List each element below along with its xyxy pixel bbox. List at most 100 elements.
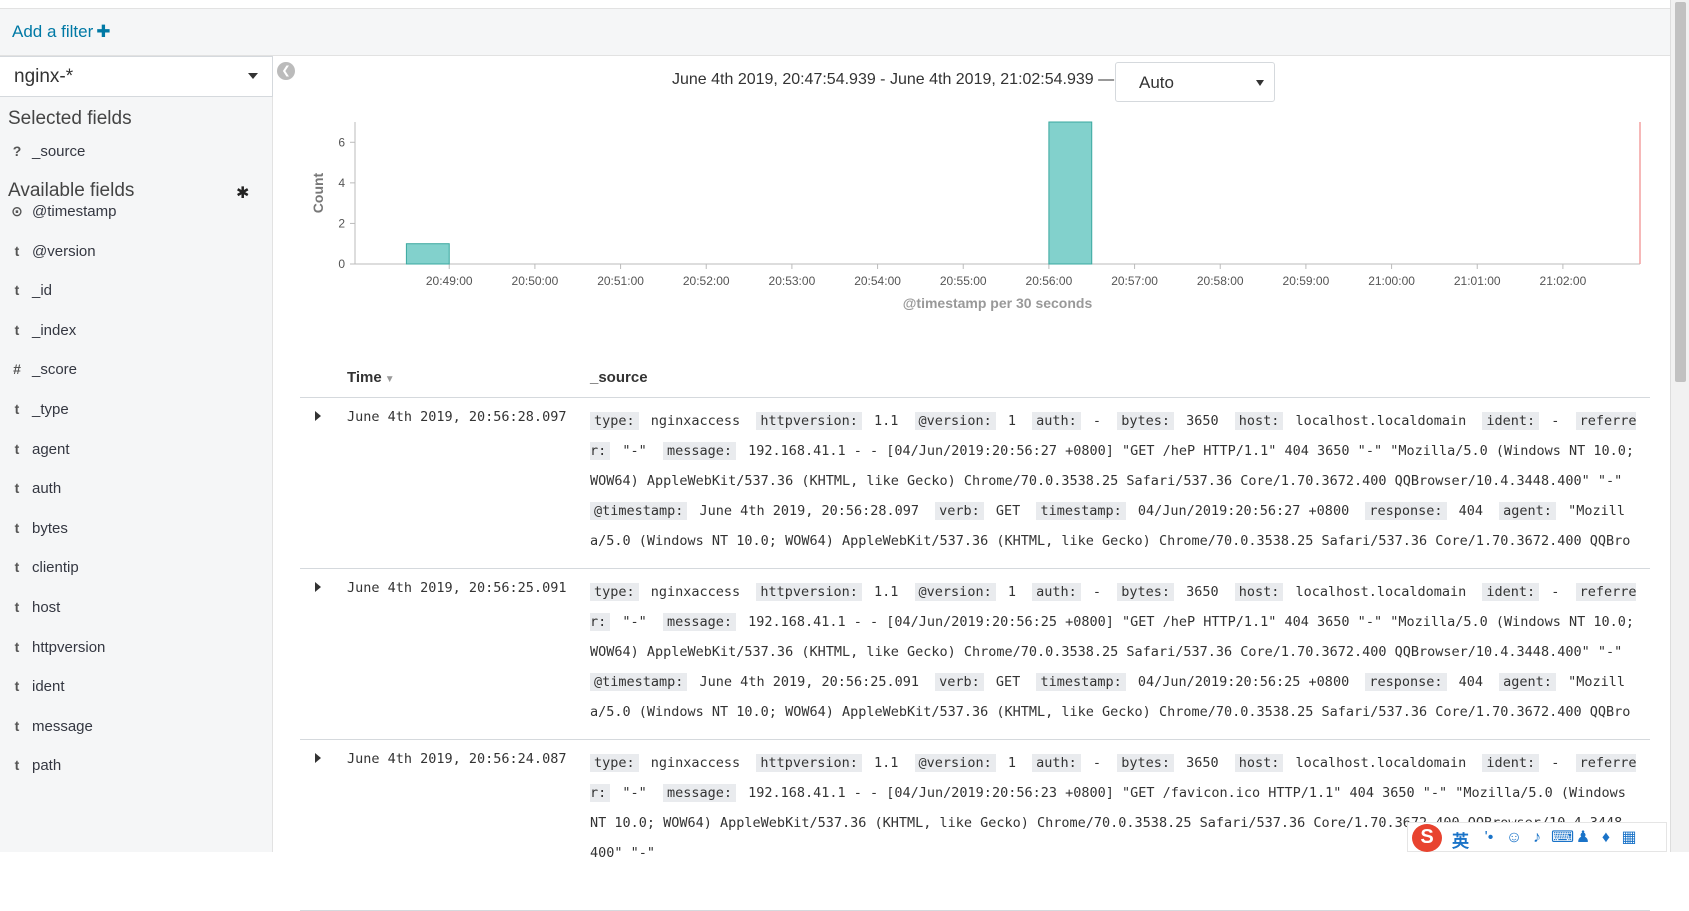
field-item[interactable]: t httpversion bbox=[0, 633, 273, 663]
add-filter-button[interactable]: Add a filter ✚ bbox=[12, 22, 111, 42]
field-value: nginxaccess bbox=[650, 584, 741, 600]
field-item[interactable]: t @version bbox=[0, 237, 273, 267]
interval-select[interactable]: Auto bbox=[1115, 62, 1275, 102]
field-value: 1 bbox=[1007, 584, 1016, 600]
field-name: _type bbox=[32, 401, 69, 418]
row-time: June 4th 2019, 20:56:28.097 bbox=[347, 409, 567, 425]
field-value: - bbox=[1092, 584, 1102, 600]
field-value: - bbox=[1551, 413, 1560, 429]
ime-language-toggle[interactable]: 英 bbox=[1452, 827, 1469, 852]
field-item[interactable]: t path bbox=[0, 751, 273, 781]
field-item[interactable]: t ident bbox=[0, 672, 273, 702]
expand-row-icon[interactable] bbox=[315, 753, 321, 763]
field-item[interactable]: t message bbox=[0, 712, 273, 742]
field-type-icon: ? bbox=[12, 143, 22, 159]
field-name: ident bbox=[32, 678, 65, 696]
plus-icon: ✚ bbox=[96, 22, 111, 41]
y-tick-label: 6 bbox=[338, 135, 345, 149]
field-item[interactable]: t clientip bbox=[0, 553, 273, 583]
field-item[interactable]: ⊙ @timestamp bbox=[0, 197, 273, 227]
field-key: ident: bbox=[1482, 754, 1540, 772]
field-key: bytes: bbox=[1117, 754, 1174, 772]
x-tick-label: 20:59:00 bbox=[1283, 274, 1330, 288]
x-tick-label: 20:56:00 bbox=[1026, 274, 1073, 288]
field-item[interactable]: ? _source bbox=[0, 137, 273, 167]
expand-row-icon[interactable] bbox=[315, 411, 321, 421]
row-time: June 4th 2019, 20:56:25.091 bbox=[347, 580, 567, 596]
histogram-chart[interactable]: 0 2 4 6 20:49:00 20:50:00 20:51:00 20:52:00 20:5… bbox=[300, 112, 1650, 338]
scrollbar-thumb[interactable] bbox=[1675, 2, 1686, 382]
field-value: "-" bbox=[622, 443, 647, 459]
field-type-icon: t bbox=[14, 480, 20, 497]
field-type-icon: t bbox=[14, 242, 20, 259]
table-row: June 4th 2019, 20:56:28.097 type: nginxac… bbox=[300, 398, 1650, 569]
field-key: bytes: bbox=[1117, 412, 1174, 430]
microphone-icon[interactable]: ♪ bbox=[1528, 829, 1546, 847]
field-value: 1.1 bbox=[874, 584, 899, 600]
grid-icon[interactable]: ▦ bbox=[1620, 829, 1638, 847]
page-scrollbar[interactable] bbox=[1670, 0, 1689, 852]
field-value: nginxaccess bbox=[650, 755, 741, 771]
field-type-icon: t bbox=[14, 757, 20, 774]
field-value: 1.1 bbox=[874, 755, 899, 771]
field-item[interactable]: t _index bbox=[0, 316, 273, 346]
sogou-logo-icon[interactable]: S bbox=[1412, 824, 1442, 852]
skin-icon[interactable]: ♦ bbox=[1597, 829, 1615, 847]
field-key: @version: bbox=[914, 412, 996, 430]
index-pattern-select[interactable]: nginx-* bbox=[0, 56, 273, 97]
field-item[interactable]: # _score bbox=[0, 355, 273, 385]
x-tick-label: 20:55:00 bbox=[940, 274, 987, 288]
field-key: response: bbox=[1365, 673, 1447, 691]
x-tick-label: 21:01:00 bbox=[1454, 274, 1501, 288]
row-source: type: nginxaccess httpversion: 1.1 @vers… bbox=[590, 577, 1638, 727]
field-value: 404 bbox=[1458, 503, 1484, 519]
y-tick-label: 4 bbox=[338, 176, 345, 190]
field-name: _source bbox=[32, 143, 86, 160]
collapse-sidebar-icon[interactable]: ❮ bbox=[277, 62, 295, 80]
field-key: message: bbox=[662, 442, 736, 460]
field-value: June 4th 2019, 20:56:28.097 bbox=[699, 503, 919, 519]
field-item[interactable]: t _id bbox=[0, 276, 273, 306]
field-value: localhost.localdomain bbox=[1295, 755, 1467, 771]
field-name: agent bbox=[32, 440, 70, 458]
field-item[interactable]: t _type bbox=[0, 395, 273, 425]
x-axis-label: @timestamp per 30 seconds bbox=[903, 295, 1093, 311]
interval-value: Auto bbox=[1139, 73, 1174, 92]
chart-bar[interactable] bbox=[405, 243, 450, 265]
punctuation-icon[interactable]: '• bbox=[1480, 829, 1498, 847]
field-type-icon: t bbox=[14, 321, 20, 338]
x-tick-label: 20:53:00 bbox=[769, 274, 816, 288]
user-icon[interactable]: ♟ bbox=[1574, 829, 1592, 847]
field-key: host: bbox=[1234, 583, 1284, 601]
field-item[interactable]: t auth bbox=[0, 474, 273, 504]
y-tick-label: 0 bbox=[338, 257, 345, 271]
field-type-icon: t bbox=[14, 519, 20, 536]
field-name: host bbox=[32, 599, 61, 616]
field-sidebar: nginx-* Selected fields ? _source Availab… bbox=[0, 56, 273, 852]
chevron-down-icon bbox=[1256, 80, 1264, 86]
field-key: @version: bbox=[914, 754, 996, 772]
field-value: "-" bbox=[622, 614, 647, 630]
y-tick-label: 2 bbox=[338, 216, 345, 230]
emoji-icon[interactable]: ☺ bbox=[1505, 829, 1523, 847]
keyboard-icon[interactable]: ⌨ bbox=[1551, 829, 1574, 847]
x-tick-label: 21:00:00 bbox=[1368, 274, 1415, 288]
field-value: - bbox=[1092, 413, 1102, 429]
table-row: June 4th 2019, 20:56:25.091 type: nginxac… bbox=[300, 569, 1650, 740]
field-value: 1 bbox=[1007, 755, 1016, 771]
field-name: httpversion bbox=[32, 638, 106, 656]
field-value: 3650 bbox=[1186, 584, 1219, 600]
field-item[interactable]: t agent bbox=[0, 435, 273, 465]
field-key: httpversion: bbox=[756, 583, 862, 601]
field-item[interactable]: t host bbox=[0, 593, 273, 623]
sort-down-icon[interactable]: ▼ bbox=[385, 374, 395, 385]
time-column-header[interactable]: Time ▼ bbox=[347, 369, 395, 386]
field-value: 192.168.41.1 - - [04/Jun/2019:20:56:25 +… bbox=[590, 614, 1635, 660]
x-tick-label: 21:02:00 bbox=[1540, 274, 1587, 288]
expand-row-icon[interactable] bbox=[315, 582, 321, 592]
field-item[interactable]: t bytes bbox=[0, 514, 273, 544]
chart-bar[interactable] bbox=[1048, 121, 1093, 265]
field-value: nginxaccess bbox=[650, 413, 741, 429]
field-value: 04/Jun/2019:20:56:27 +0800 bbox=[1137, 503, 1350, 519]
field-key: httpversion: bbox=[756, 412, 862, 430]
